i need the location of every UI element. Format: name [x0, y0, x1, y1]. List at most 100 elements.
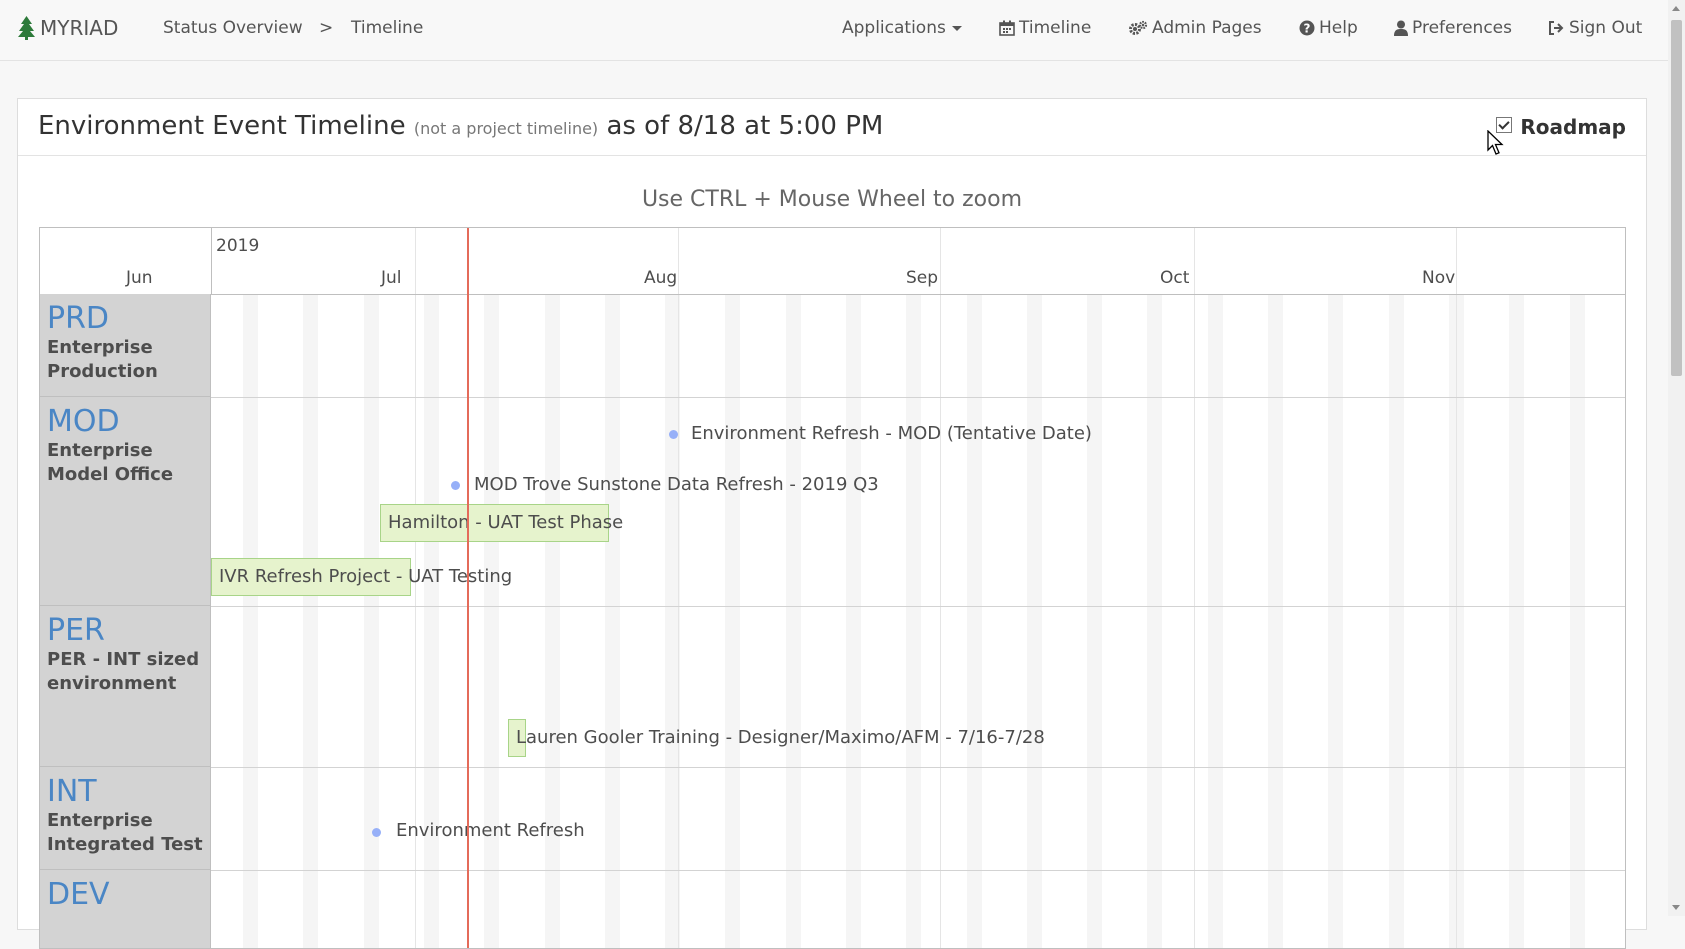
month-line-aug — [678, 228, 679, 948]
timeline-panel: Environment Event Timeline (not a projec… — [17, 98, 1647, 949]
scroll-down-arrow-icon[interactable] — [1672, 905, 1680, 910]
user-icon — [1394, 20, 1408, 36]
month-line-sep — [940, 228, 941, 948]
month-label-aug: Aug — [644, 268, 678, 288]
weekend-stripe — [1328, 294, 1343, 948]
month-label-sep: Sep — [906, 268, 939, 288]
calendar-icon — [999, 20, 1015, 36]
group-code[interactable]: INT — [47, 775, 203, 809]
preferences-label: Preferences — [1412, 18, 1512, 38]
month-label-nov: Nov — [1422, 268, 1456, 288]
group-int: INT Enterprise Integrated Test — [40, 767, 211, 870]
brand-name: MYRIAD — [40, 16, 119, 40]
time-axis: 2019 Jun Jul Aug Sep Oct Nov — [40, 228, 1625, 295]
preferences-link[interactable]: Preferences — [1394, 18, 1512, 38]
weekend-stripe — [484, 294, 499, 948]
help-label: Help — [1319, 18, 1358, 38]
month-line-nov — [1456, 228, 1457, 948]
event-label-int-refresh[interactable]: Environment Refresh — [396, 820, 585, 841]
month-label-oct: Oct — [1160, 268, 1190, 288]
sign-out-icon — [1549, 21, 1564, 35]
top-navbar: MYRIAD Status Overview > Timeline Applic… — [0, 0, 1668, 61]
month-label-jul: Jul — [381, 268, 402, 288]
row-separator — [211, 606, 1625, 607]
group-code[interactable]: PRD — [47, 302, 203, 336]
scrollbar-thumb[interactable] — [1671, 20, 1682, 376]
title-note: (not a project timeline) — [413, 119, 599, 138]
applications-label: Applications — [842, 18, 946, 38]
title-asof: as of 8/18 at 5:00 PM — [606, 111, 884, 141]
year-label: 2019 — [216, 236, 260, 256]
scroll-up-arrow-icon[interactable] — [1672, 6, 1680, 11]
weekend-stripe — [1389, 294, 1404, 948]
admin-pages-label: Admin Pages — [1152, 18, 1262, 38]
timeline-chart[interactable]: 2019 Jun Jul Aug Sep Oct Nov PRD Enterpr… — [39, 227, 1626, 949]
group-desc: Enterprise Model Office — [47, 440, 174, 485]
caret-down-icon — [951, 25, 962, 31]
group-code[interactable]: MOD — [47, 405, 203, 439]
weekend-stripe — [1087, 294, 1102, 948]
roadmap-toggle[interactable]: Roadmap — [1496, 115, 1626, 139]
row-separator — [211, 767, 1625, 768]
weekend-stripe — [725, 294, 740, 948]
weekend-stripe — [1208, 294, 1223, 948]
zoom-hint: Use CTRL + Mouse Wheel to zoom — [641, 187, 1023, 212]
sign-out-label: Sign Out — [1569, 18, 1643, 38]
event-label-lauren[interactable]: Lauren Gooler Training - Designer/Maximo… — [516, 727, 1045, 748]
weekend-stripe — [303, 294, 318, 948]
weekend-stripe — [243, 294, 258, 948]
group-mod: MOD Enterprise Model Office — [40, 397, 211, 606]
weekend-stripe — [605, 294, 620, 948]
row-separator — [211, 870, 1625, 871]
breadcrumb-timeline: Timeline — [351, 18, 424, 38]
help-link[interactable]: ? Help — [1299, 18, 1358, 38]
admin-pages-link[interactable]: Admin Pages — [1128, 18, 1262, 38]
event-point-mod-refresh[interactable] — [669, 430, 678, 439]
tree-icon — [18, 16, 35, 40]
event-point-int-refresh[interactable] — [372, 828, 381, 837]
weekend-stripe — [786, 294, 801, 948]
group-per: PER PER - INT sized environment — [40, 606, 211, 767]
svg-text:?: ? — [1304, 22, 1311, 36]
weekend-stripe — [1147, 294, 1162, 948]
group-desc: Enterprise Production — [47, 337, 158, 382]
weekend-stripe — [364, 294, 379, 948]
group-dev: DEV — [40, 870, 211, 948]
month-line-oct — [1194, 228, 1195, 948]
gears-icon — [1129, 20, 1148, 35]
page-scrollbar[interactable] — [1668, 0, 1685, 916]
group-code[interactable]: DEV — [47, 878, 203, 912]
weekend-stripe — [1268, 294, 1283, 948]
panel-header: Environment Event Timeline (not a projec… — [18, 99, 1646, 156]
brand[interactable]: MYRIAD — [18, 16, 118, 40]
roadmap-label: Roadmap — [1520, 115, 1626, 139]
weekend-stripe — [1027, 294, 1042, 948]
event-label-hamilton[interactable]: Hamilton - UAT Test Phase — [388, 512, 623, 533]
group-prd: PRD Enterprise Production — [40, 294, 211, 397]
weekend-stripe — [545, 294, 560, 948]
group-code[interactable]: PER — [47, 614, 203, 648]
weekend-stripe — [1570, 294, 1585, 948]
weekend-stripe — [906, 294, 921, 948]
group-desc: Enterprise Integrated Test — [47, 810, 203, 855]
breadcrumb-separator: > — [319, 18, 334, 38]
weekend-stripe — [1509, 294, 1524, 948]
group-desc: PER - INT sized environment — [47, 649, 200, 694]
sign-out-link[interactable]: Sign Out — [1548, 18, 1642, 38]
question-circle-icon: ? — [1299, 20, 1315, 36]
page-title: Environment Event Timeline (not a projec… — [38, 111, 883, 141]
event-point-mod-trove[interactable] — [451, 481, 460, 490]
weekend-stripe — [846, 294, 861, 948]
weekend-stripe — [424, 294, 439, 948]
row-separator — [211, 397, 1625, 398]
timeline-link[interactable]: Timeline — [999, 18, 1091, 38]
breadcrumb-status-overview[interactable]: Status Overview — [163, 18, 303, 38]
event-label-mod-trove[interactable]: MOD Trove Sunstone Data Refresh - 2019 Q… — [474, 474, 879, 495]
title-main: Environment Event Timeline — [38, 111, 406, 141]
applications-menu[interactable]: Applications — [842, 18, 962, 38]
weekend-stripe — [967, 294, 982, 948]
event-label-mod-refresh[interactable]: Environment Refresh - MOD (Tentative Dat… — [691, 423, 1092, 444]
month-label-jun: Jun — [126, 268, 153, 288]
current-time-marker — [467, 228, 469, 948]
mouse-cursor-icon — [1487, 130, 1504, 155]
